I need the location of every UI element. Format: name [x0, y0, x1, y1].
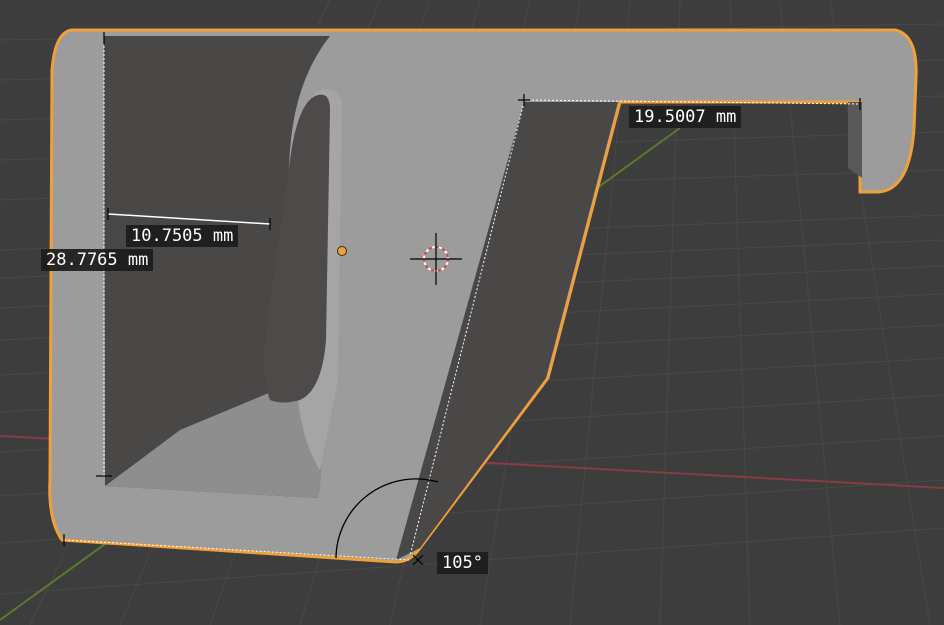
3d-viewport[interactable]: 19.5007 mm 10.7505 mm 28.7765 mm 105°: [0, 0, 944, 625]
measurement-inner-width: 10.7505 mm: [126, 225, 239, 247]
measurement-top-width: 19.5007 mm: [629, 106, 742, 128]
scene-canvas[interactable]: [0, 0, 944, 625]
selected-mesh-object[interactable]: [48, 28, 918, 564]
origin-point-icon[interactable]: [337, 246, 347, 256]
measurement-height: 28.7765 mm: [41, 249, 154, 271]
measurement-angle: 105°: [437, 552, 488, 574]
mesh-hook-shadow: [848, 102, 862, 178]
